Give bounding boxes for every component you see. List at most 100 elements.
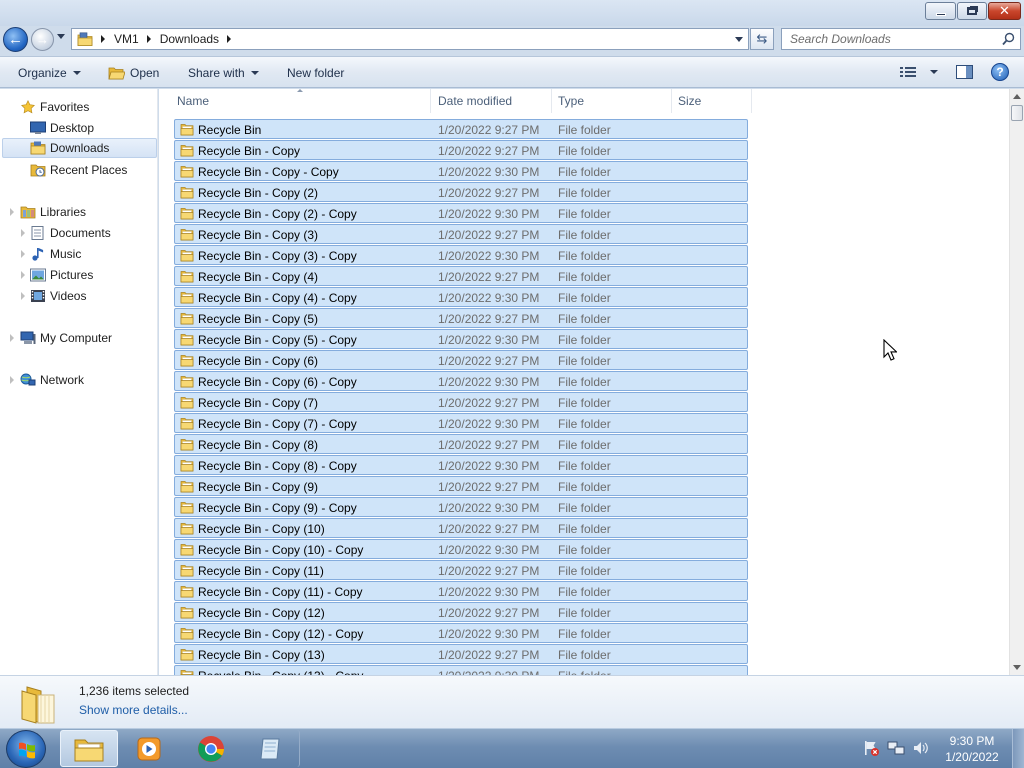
file-name[interactable]: Recycle Bin - Copy (9): [198, 480, 318, 494]
open-button[interactable]: Open: [108, 57, 159, 88]
file-row[interactable]: Recycle Bin - Copy - Copy 1/20/2022 9:30 …: [174, 161, 748, 182]
nav-pictures[interactable]: Pictures: [30, 265, 93, 285]
file-name[interactable]: Recycle Bin - Copy (4): [198, 270, 318, 284]
file-name[interactable]: Recycle Bin - Copy (6) - Copy: [198, 375, 357, 389]
preview-pane-button[interactable]: [956, 65, 973, 79]
show-desktop-button[interactable]: [1012, 729, 1024, 768]
maximize-button[interactable]: [957, 2, 987, 20]
search-input[interactable]: [790, 32, 1000, 46]
nav-libraries[interactable]: Libraries: [20, 202, 86, 222]
file-row[interactable]: Recycle Bin - Copy (7) - Copy 1/20/2022 9…: [174, 413, 748, 434]
refresh-button[interactable]: ⇆: [750, 28, 774, 50]
file-name[interactable]: Recycle Bin - Copy (9) - Copy: [198, 501, 357, 515]
nav-favorites[interactable]: Favorites: [20, 97, 89, 117]
share-with-button[interactable]: Share with: [188, 57, 259, 88]
file-row[interactable]: Recycle Bin - Copy (10) - Copy 1/20/2022 …: [174, 539, 748, 560]
file-name[interactable]: Recycle Bin - Copy (4) - Copy: [198, 291, 357, 305]
file-name[interactable]: Recycle Bin - Copy (11) - Copy: [198, 585, 363, 599]
search-box[interactable]: [781, 28, 1021, 50]
file-name[interactable]: Recycle Bin - Copy (5) - Copy: [198, 333, 357, 347]
file-row[interactable]: Recycle Bin - Copy (12) - Copy 1/20/2022 …: [174, 623, 748, 644]
nav-videos[interactable]: Videos: [30, 286, 86, 306]
volume-icon[interactable]: [912, 739, 930, 757]
column-header-type[interactable]: Type: [552, 89, 672, 113]
taskbar-clock[interactable]: 9:30 PM 1/20/2022: [940, 733, 1004, 765]
nav-downloads[interactable]: Downloads: [2, 138, 157, 158]
file-row[interactable]: Recycle Bin - Copy (4) - Copy 1/20/2022 9…: [174, 287, 748, 308]
file-name[interactable]: Recycle Bin - Copy (2): [198, 186, 318, 200]
file-name[interactable]: Recycle Bin - Copy (8): [198, 438, 318, 452]
address-bar[interactable]: VM1 Downloads: [71, 28, 749, 50]
file-name[interactable]: Recycle Bin - Copy (10): [198, 522, 325, 536]
file-name[interactable]: Recycle Bin: [198, 123, 261, 137]
file-row[interactable]: Recycle Bin - Copy (2) - Copy 1/20/2022 9…: [174, 203, 748, 224]
new-folder-button[interactable]: New folder: [287, 57, 344, 88]
file-row[interactable]: Recycle Bin - Copy (10) 1/20/2022 9:27 PM…: [174, 518, 748, 539]
expand-arrow-music[interactable]: [21, 250, 25, 258]
file-row[interactable]: Recycle Bin - Copy 1/20/2022 9:27 PM File …: [174, 140, 748, 161]
search-icon[interactable]: [1002, 32, 1015, 46]
expand-arrow-network[interactable]: [10, 376, 14, 384]
file-name[interactable]: Recycle Bin - Copy - Copy: [198, 165, 339, 179]
expand-arrow-documents[interactable]: [21, 229, 25, 237]
taskbar-explorer[interactable]: [60, 730, 118, 767]
nav-desktop[interactable]: Desktop: [30, 118, 94, 138]
file-name[interactable]: Recycle Bin - Copy (3) - Copy: [198, 249, 357, 263]
file-row[interactable]: Recycle Bin - Copy (5) - Copy 1/20/2022 9…: [174, 329, 748, 350]
file-row[interactable]: Recycle Bin - Copy (6) 1/20/2022 9:27 PM F…: [174, 350, 748, 371]
nav-documents[interactable]: Documents: [30, 223, 111, 243]
file-row[interactable]: Recycle Bin - Copy (4) 1/20/2022 9:27 PM F…: [174, 266, 748, 287]
column-header-name[interactable]: Name: [171, 89, 431, 113]
file-row[interactable]: Recycle Bin - Copy (12) 1/20/2022 9:27 PM…: [174, 602, 748, 623]
file-row[interactable]: Recycle Bin - Copy (7) 1/20/2022 9:27 PM F…: [174, 392, 748, 413]
file-row[interactable]: Recycle Bin - Copy (9) 1/20/2022 9:27 PM F…: [174, 476, 748, 497]
file-row[interactable]: Recycle Bin - Copy (8) 1/20/2022 9:27 PM F…: [174, 434, 748, 455]
expand-arrow-pictures[interactable]: [21, 271, 25, 279]
file-row[interactable]: Recycle Bin - Copy (3) - Copy 1/20/2022 9…: [174, 245, 748, 266]
scroll-thumb[interactable]: [1011, 105, 1023, 121]
scroll-up-button[interactable]: [1013, 94, 1021, 99]
file-name[interactable]: Recycle Bin - Copy (13): [198, 648, 325, 662]
action-center-flag-icon[interactable]: [862, 739, 880, 757]
show-more-details-link[interactable]: Show more details...: [79, 703, 188, 717]
close-button[interactable]: ✕: [988, 2, 1021, 20]
scroll-down-button[interactable]: [1013, 665, 1021, 670]
file-name[interactable]: Recycle Bin - Copy (5): [198, 312, 318, 326]
network-tray-icon[interactable]: [887, 739, 905, 757]
chevron-down-icon[interactable]: [930, 70, 938, 74]
file-name[interactable]: Recycle Bin - Copy (12): [198, 606, 325, 620]
file-name[interactable]: Recycle Bin - Copy (10) - Copy: [198, 543, 363, 557]
taskbar-chrome[interactable]: [182, 730, 240, 767]
nav-network[interactable]: Network: [20, 370, 84, 390]
file-name[interactable]: Recycle Bin - Copy (2) - Copy: [198, 207, 357, 221]
vertical-scrollbar[interactable]: [1009, 89, 1024, 675]
organize-button[interactable]: Organize: [18, 57, 81, 88]
file-row[interactable]: Recycle Bin - Copy (2) 1/20/2022 9:27 PM F…: [174, 182, 748, 203]
nav-recent-places[interactable]: Recent Places: [30, 160, 127, 180]
file-name[interactable]: Recycle Bin - Copy (6): [198, 354, 318, 368]
breadcrumb-separator[interactable]: [227, 35, 232, 43]
file-row[interactable]: Recycle Bin - Copy (13) - Copy1/20/2022 …: [174, 665, 748, 675]
file-row[interactable]: Recycle Bin - Copy (13) 1/20/2022 9:27 PM…: [174, 644, 748, 665]
breadcrumb-separator[interactable]: [101, 35, 105, 43]
file-name[interactable]: Recycle Bin - Copy (8) - Copy: [198, 459, 357, 473]
change-view-button[interactable]: [900, 66, 938, 78]
recent-pages-dropdown[interactable]: [57, 34, 65, 39]
back-button[interactable]: ←: [3, 27, 28, 52]
forward-button[interactable]: →: [31, 28, 54, 51]
file-row[interactable]: Recycle Bin - Copy (11) - Copy 1/20/2022 …: [174, 581, 748, 602]
breadcrumb-separator[interactable]: [146, 35, 151, 43]
breadcrumb-vm1[interactable]: VM1: [114, 32, 139, 46]
file-row[interactable]: Recycle Bin - Copy (9) - Copy 1/20/2022 9…: [174, 497, 748, 518]
file-name[interactable]: Recycle Bin - Copy (3): [198, 228, 318, 242]
expand-arrow-libraries[interactable]: [10, 208, 14, 216]
file-row[interactable]: Recycle Bin - Copy (11) 1/20/2022 9:27 PM…: [174, 560, 748, 581]
column-header-date-modified[interactable]: Date modified: [432, 89, 552, 113]
nav-music[interactable]: Music: [30, 244, 81, 264]
file-row[interactable]: Recycle Bin - Copy (5) 1/20/2022 9:27 PM F…: [174, 308, 748, 329]
nav-my-computer[interactable]: My Computer: [20, 328, 112, 348]
taskbar-notepad[interactable]: [242, 730, 300, 767]
expand-arrow-videos[interactable]: [21, 292, 25, 300]
file-row[interactable]: Recycle Bin - Copy (6) - Copy 1/20/2022 9…: [174, 371, 748, 392]
file-list[interactable]: Name Date modified Type Size Recycle Bin…: [159, 89, 1009, 675]
